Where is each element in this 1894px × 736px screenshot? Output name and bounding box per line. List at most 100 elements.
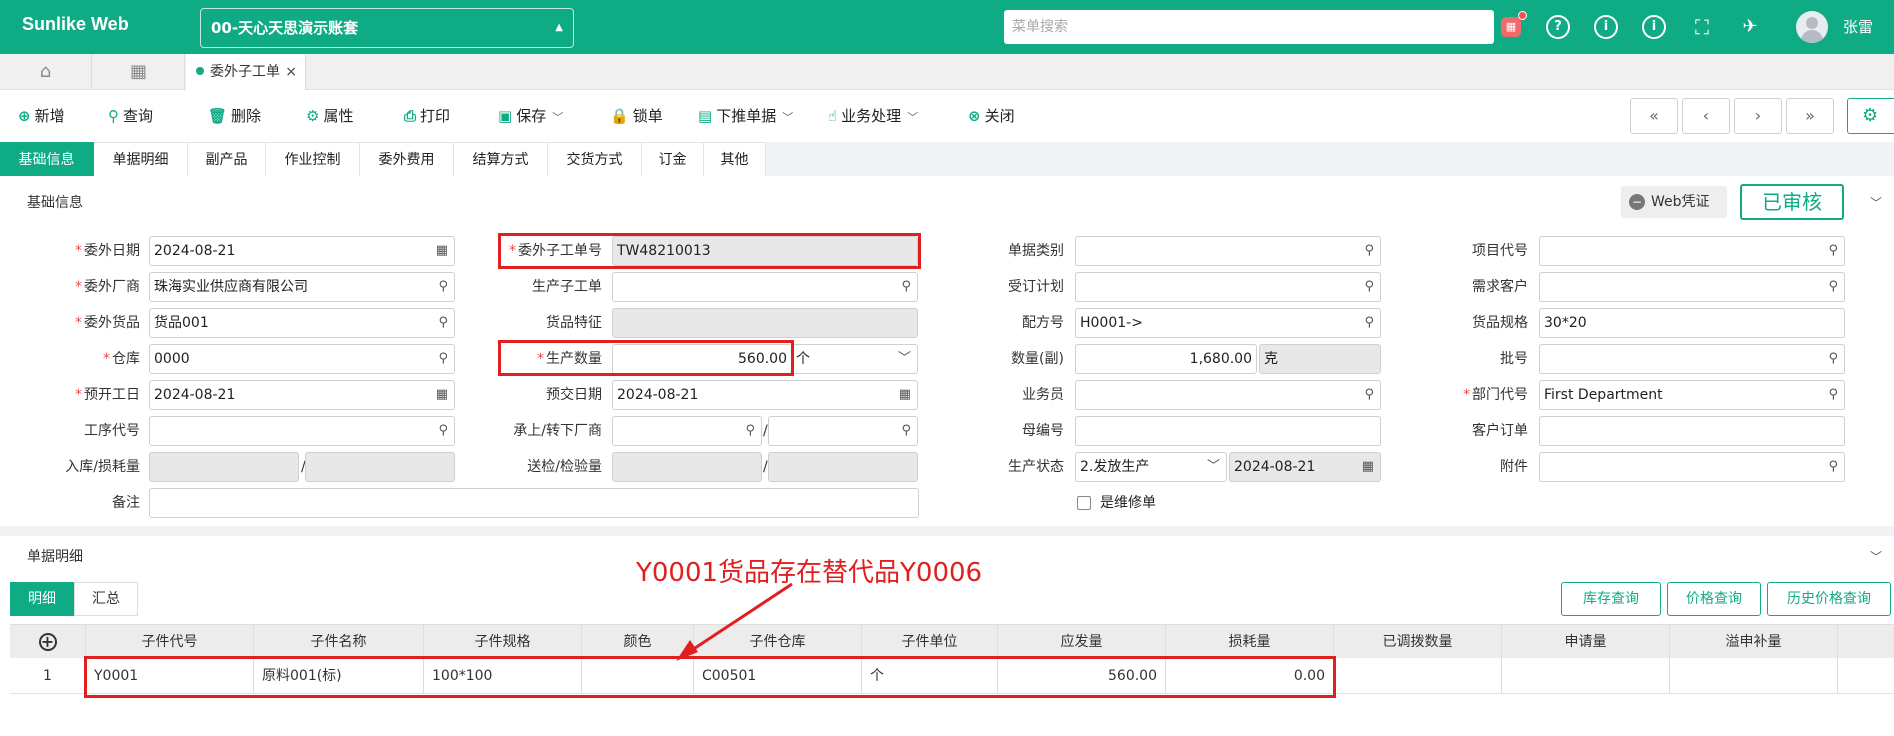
label-prod-sub-order: 生产子工单	[532, 279, 602, 295]
warehouse-field[interactable]: 0000 ⚲	[149, 344, 455, 374]
col-header[interactable]: 申请量	[1502, 625, 1670, 659]
plan-delivery-field[interactable]: 2024-08-21 ▦	[612, 380, 918, 410]
tab-settlement[interactable]: 结算方式	[454, 142, 548, 176]
add-button[interactable]: ⊕ 新增	[18, 104, 65, 128]
clean-broom-icon[interactable]: ✈	[1738, 15, 1762, 39]
web-voucher-button[interactable]: − Web凭证	[1621, 186, 1727, 218]
home-tab[interactable]: ⌂	[0, 54, 92, 90]
outsource-date-field[interactable]: 2024-08-21 ▦	[149, 236, 455, 266]
col-header[interactable]: 子件名称	[254, 625, 424, 659]
username[interactable]: 张雷	[1843, 16, 1873, 37]
chevron-left-icon: ‹	[1702, 106, 1710, 125]
tab-basic-info[interactable]: 基础信息	[0, 142, 94, 176]
apps-tab[interactable]: ▦	[93, 54, 185, 90]
push-down-button[interactable]: ▤ 下推单据 ﹀	[698, 104, 793, 128]
col-header[interactable]: 子件仓库	[694, 625, 862, 659]
avatar[interactable]	[1796, 11, 1828, 43]
cell-transferred[interactable]	[1334, 658, 1502, 694]
fullscreen-icon[interactable]: ⛶	[1690, 15, 1714, 39]
label-batch-no: 批号	[1500, 351, 1528, 367]
tab-operation-control[interactable]: 作业控制	[266, 142, 360, 176]
project-code-field[interactable]: ⚲	[1539, 236, 1845, 266]
vendor-field[interactable]: 珠海实业供应商有限公司 ⚲	[149, 272, 455, 302]
last-record-button[interactable]: »	[1786, 98, 1834, 134]
lock-button[interactable]: 🔒 锁单	[610, 104, 663, 128]
tab-outsource-sub-order[interactable]: 委外子工单 ×	[186, 54, 306, 90]
col-header[interactable]: 溢申补量	[1670, 625, 1838, 659]
cell-extra[interactable]	[1670, 658, 1838, 694]
close-circle-icon: ⊗	[968, 107, 981, 125]
customer-order-field[interactable]	[1539, 416, 1845, 446]
col-header[interactable]: 子件代号	[86, 625, 254, 659]
salesperson-field[interactable]: ⚲	[1075, 380, 1381, 410]
col-header[interactable]: 损耗量	[1166, 625, 1334, 659]
plan-start-field[interactable]: 2024-08-21 ▦	[149, 380, 455, 410]
attachment-field[interactable]: ⚲	[1539, 452, 1845, 482]
close-button[interactable]: ⊗ 关闭	[968, 104, 1015, 128]
order-plan-field[interactable]: ⚲	[1075, 272, 1381, 302]
label-plan-start: * 预开工日	[75, 387, 140, 403]
price-history-button[interactable]: 历史价格查询	[1767, 582, 1891, 616]
save-button[interactable]: ▣ 保存 ﹀	[498, 104, 563, 128]
tab-other[interactable]: 其他	[704, 142, 766, 176]
settings-gear-icon: ⚙	[1862, 105, 1879, 126]
first-record-button[interactable]: «	[1630, 98, 1678, 134]
next-record-button[interactable]: ›	[1734, 98, 1782, 134]
dept-code-field[interactable]: First Department ⚲	[1539, 380, 1845, 410]
info-icon[interactable]: i	[1594, 15, 1618, 39]
home-icon: ⌂	[39, 61, 52, 82]
calendar-icon[interactable]: ▦	[1501, 11, 1527, 37]
process-code-field[interactable]: ⚲	[149, 416, 455, 446]
print-button[interactable]: ⎙ 打印	[404, 104, 450, 128]
tab-deposit[interactable]: 订金	[642, 142, 704, 176]
label-customer-order: 客户订单	[1472, 423, 1528, 439]
qty-sub-field[interactable]: 1,680.00	[1075, 344, 1257, 374]
col-header[interactable]: 子件单位	[862, 625, 998, 659]
account-select[interactable]: 00-天心天思演示账套 ▲	[200, 8, 574, 48]
up-vendor-field[interactable]: ⚲	[612, 416, 762, 446]
prod-status-select[interactable]: 2.发放生产 ﹀	[1075, 452, 1227, 482]
query-button[interactable]: ⚲ 查询	[108, 104, 153, 128]
active-dot	[196, 67, 204, 75]
parent-no-field[interactable]	[1075, 416, 1381, 446]
tab-detail[interactable]: 明细	[10, 582, 74, 616]
properties-button[interactable]: ⚙ 属性	[306, 104, 353, 128]
remark-field[interactable]	[149, 488, 919, 518]
is-repair-checkbox[interactable]	[1077, 496, 1091, 510]
add-row-button[interactable]: +	[10, 625, 86, 659]
tab-delivery[interactable]: 交货方式	[548, 142, 642, 176]
prod-qty-unit-select[interactable]: 个 ﹀	[792, 344, 918, 374]
batch-no-field[interactable]: ⚲	[1539, 344, 1845, 374]
delete-button[interactable]: 🗑 删除	[208, 104, 261, 128]
collapse-chevron-icon[interactable]: ﹀	[1870, 548, 1882, 565]
formula-no-field[interactable]: H0001-> ⚲	[1075, 308, 1381, 338]
search-icon: ⚲	[1364, 279, 1374, 294]
goods-spec-field[interactable]: 30*20	[1539, 308, 1845, 338]
col-header[interactable]: 已调拨数量	[1334, 625, 1502, 659]
close-tab-icon[interactable]: ×	[285, 54, 297, 90]
tab-byproduct[interactable]: 副产品	[188, 142, 266, 176]
col-header[interactable]: 子件规格	[424, 625, 582, 659]
settings-button[interactable]: ⚙	[1847, 98, 1894, 134]
collapse-chevron-icon[interactable]: ﹀	[1870, 194, 1882, 211]
menu-search-input[interactable]	[1004, 10, 1494, 44]
down-vendor-field[interactable]: ⚲	[768, 416, 918, 446]
about-icon[interactable]: i	[1642, 15, 1666, 39]
col-header[interactable]: 颜色	[582, 625, 694, 659]
business-process-button[interactable]: ☝ 业务处理 ﹀	[828, 104, 918, 128]
prev-record-button[interactable]: ‹	[1682, 98, 1730, 134]
col-header[interactable]: 应发量	[998, 625, 1166, 659]
stock-query-button[interactable]: 库存查询	[1561, 582, 1661, 616]
help-icon[interactable]: ?	[1546, 15, 1570, 39]
outsource-goods-field[interactable]: 货品001 ⚲	[149, 308, 455, 338]
tab-outsource-fee[interactable]: 委外费用	[360, 142, 454, 176]
tab-summary[interactable]: 汇总	[74, 582, 138, 616]
cell-applied[interactable]	[1502, 658, 1670, 694]
demand-customer-field[interactable]: ⚲	[1539, 272, 1845, 302]
notification-dot	[1518, 11, 1527, 20]
tab-doc-detail[interactable]: 单据明细	[94, 142, 188, 176]
doc-category-field[interactable]: ⚲	[1075, 236, 1381, 266]
price-query-button[interactable]: 价格查询	[1667, 582, 1761, 616]
prod-sub-order-field[interactable]: ⚲	[612, 272, 918, 302]
chevron-down-icon: ﹀	[552, 111, 564, 124]
